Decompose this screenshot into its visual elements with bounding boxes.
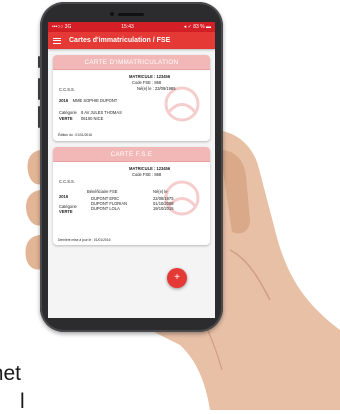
volume-down-button	[38, 106, 40, 128]
code-fse-label: Code FSE :	[132, 172, 154, 177]
category-value: VERTE	[59, 116, 73, 121]
matricule-label: MATRICULE :	[129, 74, 156, 79]
immatriculation-card[interactable]: CARTE D'IMMATRICULATION MATRICULE : 1234…	[53, 55, 210, 141]
code-fse-value: 868	[154, 172, 162, 177]
beneficiaire-label: Bénéficiaire FSE	[87, 189, 118, 194]
birth-label: Né(e) le :	[137, 86, 154, 91]
menu-icon[interactable]	[53, 37, 61, 44]
address-line-2: 06100 NICE	[81, 116, 104, 121]
card-year: 2016	[59, 194, 69, 199]
card-year: 2016	[59, 98, 69, 103]
beneficiary-name: DUPONT LOLA	[91, 206, 120, 211]
code-fse-value: 868	[154, 80, 162, 85]
birthdate-column-label: Né(e) le	[153, 189, 168, 194]
volume-up-button	[38, 78, 40, 100]
add-card-button[interactable]: +	[167, 268, 187, 288]
code-fse-label: Code FSE :	[132, 80, 154, 85]
category-label: Catégorie	[59, 110, 77, 115]
matricule-value: 123456	[156, 166, 171, 171]
phone-screen: •••○○ 3G 15:43 ◂ ✓ 83 % ▬ Cartes d'immat…	[48, 22, 215, 318]
address-line-1: 8 AV JULES THOMAS	[81, 110, 122, 115]
caption-line-2: l	[20, 390, 25, 413]
fse-card[interactable]: CARTE F.S.E MATRICULE : 123456 Code FSE …	[53, 147, 210, 245]
birth-value: 23/09/1985	[154, 86, 176, 91]
matricule-label: MATRICULE :	[129, 166, 156, 171]
edition-date: Édition du : 01/01/2016	[58, 133, 92, 137]
earpiece-speaker	[118, 13, 144, 16]
beneficiary-date: 19/10/2015	[153, 206, 174, 211]
mute-switch	[38, 56, 40, 68]
app-bar: Cartes d'immatriculation / FSE	[48, 32, 215, 49]
battery-status: ◂ ✓ 83 % ▬	[183, 24, 211, 30]
card-header: CARTE F.S.E	[53, 147, 210, 162]
status-bar: •••○○ 3G 15:43 ◂ ✓ 83 % ▬	[48, 22, 215, 32]
phone-device: •••○○ 3G 15:43 ◂ ✓ 83 % ▬ Cartes d'immat…	[38, 2, 223, 332]
carrier-signal: •••○○ 3G	[52, 24, 72, 30]
ccss-label: C.C.S.S.	[59, 87, 75, 92]
category-value: VERTE	[59, 209, 73, 214]
status-time: 15:43	[121, 24, 134, 30]
holder-name: MME SOPHIE DUPONT	[72, 98, 118, 103]
app-title: Cartes d'immatriculation / FSE	[69, 37, 171, 44]
caption-line-1: met	[0, 362, 22, 385]
last-update-date: Dernière mise à jour le : 01/01/2016	[58, 238, 111, 242]
front-camera-icon	[110, 12, 114, 16]
ccss-label: C.C.S.S.	[59, 179, 75, 184]
card-header: CARTE D'IMMATRICULATION	[53, 55, 210, 70]
matricule-value: 123456	[156, 74, 171, 79]
